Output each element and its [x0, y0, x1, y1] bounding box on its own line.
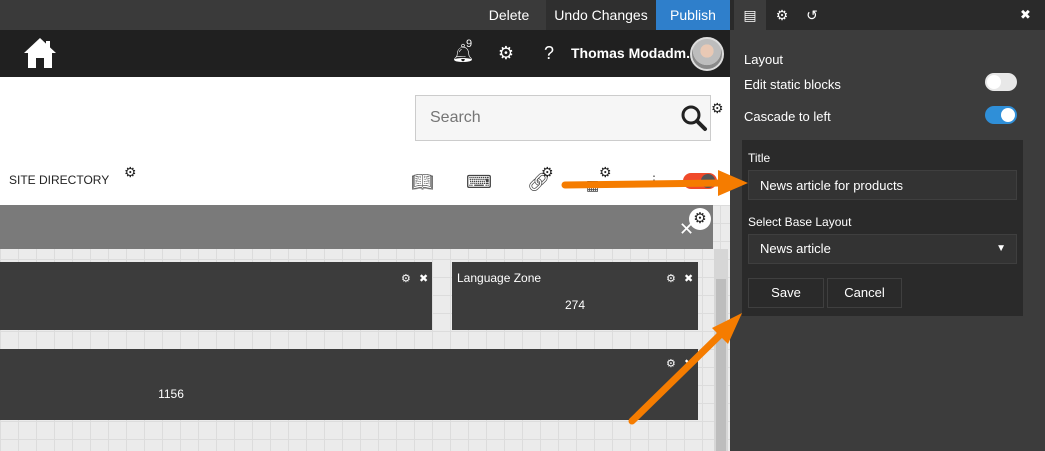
title-field[interactable] — [748, 170, 1017, 200]
layout-tab-icon[interactable]: ▤ — [734, 0, 766, 30]
search-box — [415, 95, 711, 141]
base-layout-value: News article — [760, 241, 831, 256]
save-button[interactable]: Save — [748, 278, 824, 308]
cascade-to-left-toggle[interactable] — [985, 106, 1017, 124]
panel-tabs: ▤ ⚙ ↺ ✖ — [730, 0, 1045, 30]
base-layout-label: Select Base Layout — [748, 215, 852, 229]
layout-panel: ▤ ⚙ ↺ ✖ Layout Edit static blocks Cascad… — [730, 0, 1045, 451]
home-icon[interactable] — [22, 36, 58, 70]
edit-static-blocks-toggle[interactable] — [985, 73, 1017, 91]
zone-gear-icon[interactable]: ⚙ — [689, 208, 711, 230]
help-icon[interactable]: ? — [536, 30, 562, 77]
undo-changes-button[interactable]: Undo Changes — [546, 0, 656, 30]
zone-value: 1156 — [158, 387, 184, 401]
scrollbar[interactable] — [714, 249, 728, 451]
language-zone[interactable]: Language Zone 274 ⚙ ✖ — [452, 262, 698, 330]
scrollbar-thumb[interactable] — [716, 279, 726, 451]
link-gear-icon[interactable]: ⚙ — [541, 165, 554, 179]
zone-close-icon[interactable]: ✖ — [684, 357, 693, 370]
history-tab-icon[interactable]: ↺ — [798, 0, 826, 30]
edit-static-blocks-label: Edit static blocks — [744, 77, 841, 92]
panel-section-title: Layout — [744, 52, 784, 67]
zone-value: 274 — [564, 298, 586, 312]
avatar[interactable] — [690, 37, 724, 71]
toggle-switch[interactable] — [683, 173, 717, 189]
notification-icon[interactable]: 🔔︎ — [448, 30, 478, 77]
site-directory-link[interactable]: SITE DIRECTORY — [9, 173, 109, 187]
zone-close-icon[interactable]: ✖ — [684, 272, 693, 285]
keyboard-icon[interactable]: ⌨ — [466, 172, 492, 193]
settings-tab-icon[interactable]: ⚙ — [768, 0, 796, 30]
layout-canvas: ✕ ⚙ ⚙ ✖ Language Zone 274 ⚙ ✖ 1156 ⚙ ✖ — [0, 205, 730, 451]
zone-gear-icon[interactable]: ⚙ — [666, 357, 676, 370]
sitemap-gear-icon[interactable]: ⚙ — [599, 165, 612, 179]
zone-header-bar: ✕ ⚙ — [0, 205, 713, 249]
search-icon[interactable] — [680, 104, 708, 132]
notification-count: 9 — [466, 38, 473, 50]
zone-gear-icon[interactable]: ⚙ — [666, 272, 676, 285]
delete-button[interactable]: Delete — [474, 0, 544, 30]
title-label: Title — [748, 151, 771, 165]
search-block-gear-icon[interactable]: ⚙ — [711, 101, 724, 115]
chevron-down-icon: ▼ — [996, 243, 1006, 254]
more-icon[interactable]: ⋮ — [648, 173, 660, 187]
zone-close-icon[interactable]: ✖ — [419, 272, 428, 285]
site-navigation: ⚙ SITE DIRECTORY ⚙ 📖︎ ⌨ 🔗︎ ⚙ ▦ ⚙ ⋮ — [0, 77, 730, 205]
site-header: 🔔︎ 9 ⚙ ? Thomas Modadm... — [0, 30, 730, 77]
book-icon[interactable]: 📖︎ — [411, 172, 434, 193]
cancel-button[interactable]: Cancel — [827, 278, 902, 308]
close-icon[interactable]: ✖ — [1020, 0, 1031, 30]
user-name[interactable]: Thomas Modadm... — [571, 30, 698, 77]
zone-gear-icon[interactable]: ⚙ — [401, 272, 411, 285]
top-action-bar: Delete Undo Changes Publish — [0, 0, 730, 30]
layout-form: Title Select Base Layout News article ▼ … — [742, 140, 1023, 316]
publish-button[interactable]: Publish — [656, 0, 730, 30]
gear-icon[interactable]: ⚙ — [492, 30, 520, 77]
search-input[interactable] — [416, 96, 666, 140]
cascade-to-left-label: Cascade to left — [744, 109, 831, 124]
zone-block[interactable]: ⚙ ✖ — [0, 262, 432, 330]
sitemap-icon[interactable]: ▦ — [586, 177, 599, 194]
site-directory-gear-icon[interactable]: ⚙ — [124, 165, 137, 179]
base-layout-select[interactable]: News article ▼ — [748, 234, 1017, 264]
zone-title: Language Zone — [457, 271, 542, 285]
zone-block[interactable]: 1156 ⚙ ✖ — [0, 349, 698, 420]
